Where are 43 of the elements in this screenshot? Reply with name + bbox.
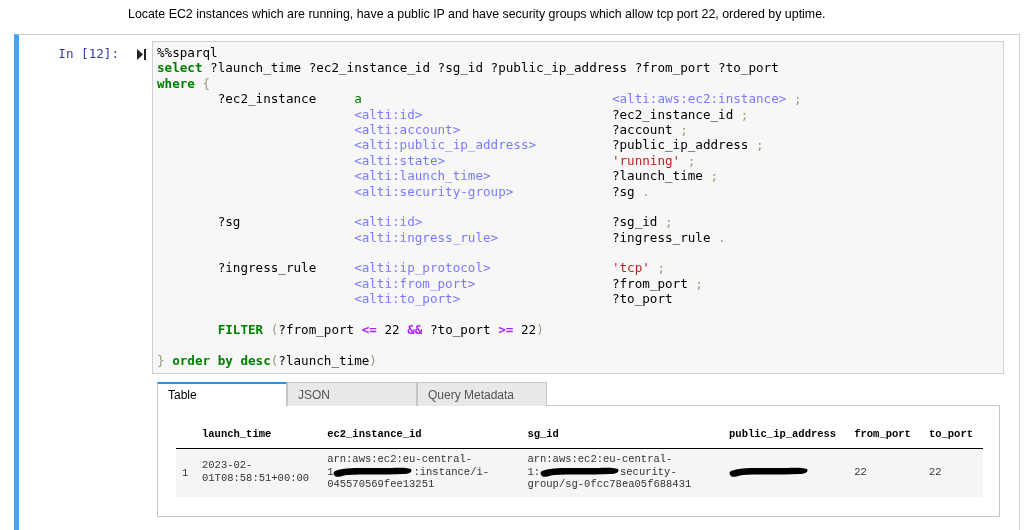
code-line: <alti:account> ?account ;	[353, 121, 688, 138]
code-line: <alti:public_ip_address> ?public_ip_address ;	[353, 137, 765, 153]
cell-text: security-	[620, 465, 677, 479]
code-editor[interactable]	[152, 41, 1004, 375]
column-header: ec2_instance_id	[327, 428, 422, 441]
column-header: from_port	[854, 428, 911, 441]
tab[interactable]: JSON	[287, 382, 417, 407]
code-line: <alti:state> 'running' ;	[353, 152, 697, 169]
cell-text: :instance/i-	[413, 465, 490, 479]
tab[interactable]: Query Metadata	[417, 382, 547, 407]
code-line: } order by desc(?launch_time)	[157, 352, 378, 369]
cell-text: 01T08:58:51+00:00	[202, 471, 310, 485]
code-line: where {	[157, 75, 212, 92]
column-header: to_port	[928, 428, 973, 441]
row-index: 1	[182, 466, 189, 479]
code-line: <alti:ingress_rule> ?ingress_rule .	[353, 229, 727, 246]
cell-text: 1	[327, 465, 334, 479]
code-line: <alti:security-group> ?sg .	[353, 183, 651, 199]
code-line: FILTER (?from_port <= 22 && ?to_port >= 22)	[216, 322, 545, 338]
code-line: <alti:to_port> ?to_port	[353, 291, 674, 307]
code-line: select ?launch_time ?ec2_instance_id ?sg_id ?public_ip_address ?from_port ?to_port	[157, 60, 780, 76]
cell-text: 2023-02-	[202, 459, 253, 472]
cell-text: 1:	[527, 465, 540, 479]
code-line: <alti:launch_time> ?launch_time ;	[353, 168, 720, 184]
column-header: sg_id	[527, 428, 559, 441]
code-line: <alti:from_port> ?from_port ;	[353, 275, 704, 292]
cell-text: 045570569fee13251	[327, 478, 435, 491]
code-line: ?ingress_rule <alti:ip_protocol> 'tcp' ;	[216, 260, 666, 276]
cell-text: group/sg-0fcc78ea05f688431	[527, 478, 692, 491]
cell-text: arn:aws:ec2:eu-central-	[327, 453, 473, 466]
run-icon[interactable]	[137, 49, 146, 60]
code-line: ?sg <alti:id> ?sg_id ;	[216, 214, 674, 230]
code-line: %%sparql	[157, 45, 219, 61]
tab[interactable]: Table	[157, 382, 287, 407]
code-line: ?ec2_instance a <alti:aws:ec2:instance> ;	[216, 91, 803, 107]
description-text: Locate EC2 instances which are running, have a public IP and have security groups which allow tcp port 22, ordered by uptime.	[127, 7, 827, 23]
code-line: <alti:id> ?ec2_instance_id ;	[353, 106, 750, 122]
column-header: launch_time	[202, 428, 272, 441]
cell-text: 22	[854, 465, 867, 479]
column-header: public_ip_address	[729, 428, 837, 441]
cell-prompt: In [12]:	[57, 46, 119, 61]
cell-text: 22	[928, 465, 942, 479]
cell-text: arn:aws:ec2:eu-central-	[527, 453, 673, 466]
